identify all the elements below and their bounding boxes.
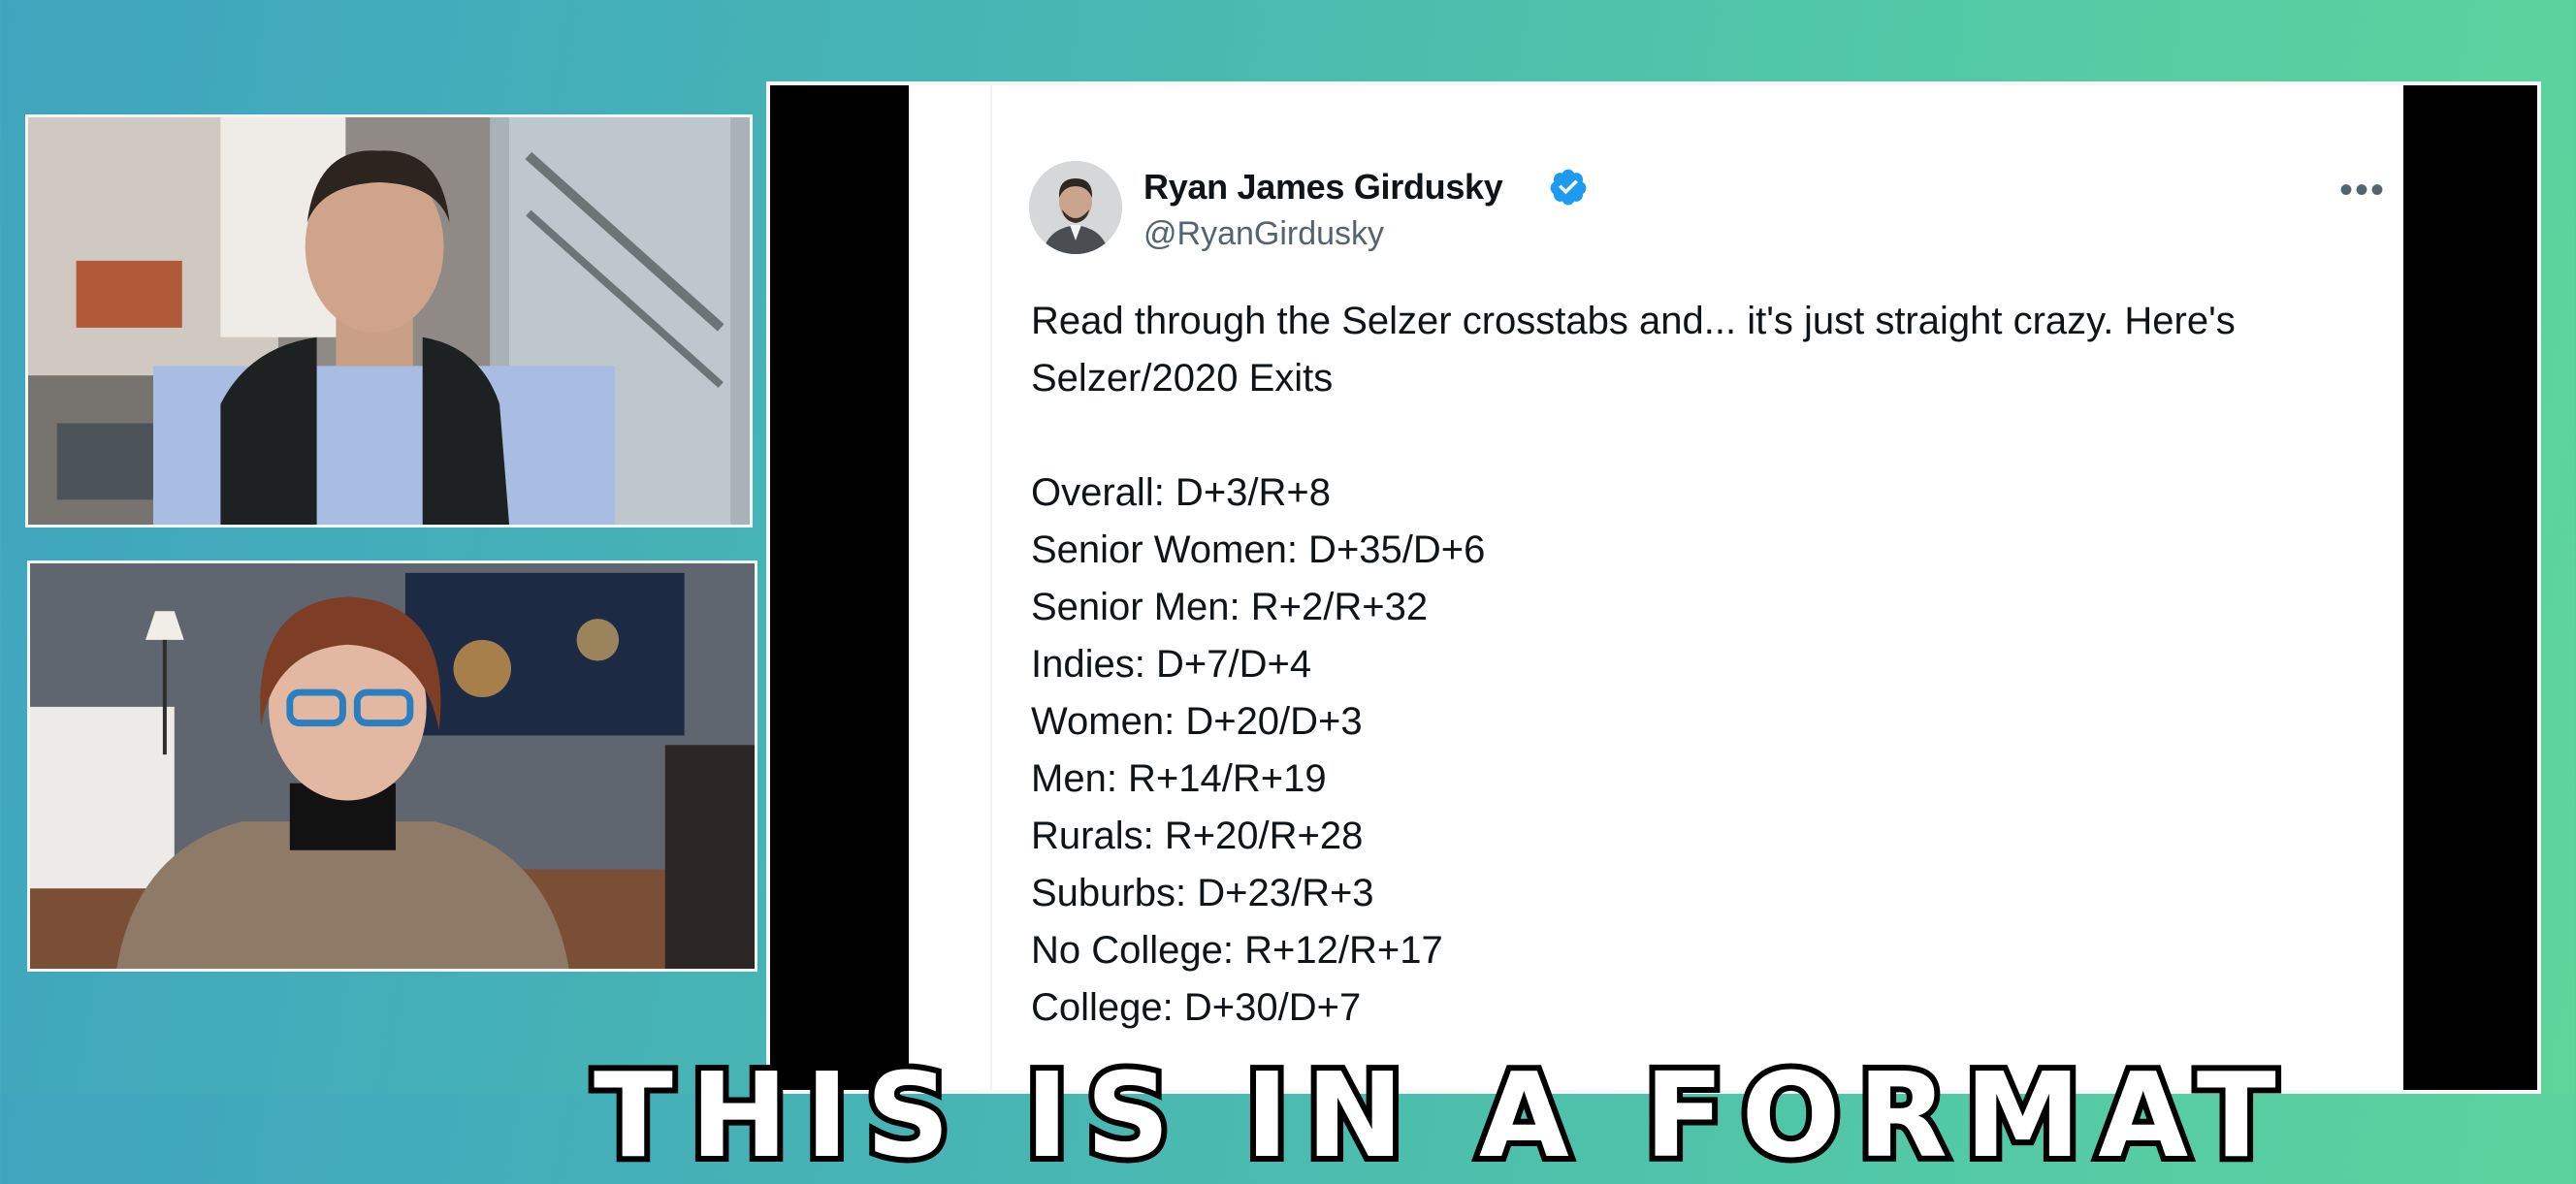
stat-line: Women: D+20/D+3	[1031, 700, 1363, 743]
stat-line: Overall: D+3/R+8	[1031, 471, 1332, 514]
tweet-intro-line: Selzer/2020 Exits	[1031, 357, 1334, 400]
verified-badge-icon	[1550, 169, 1587, 206]
stat-line: Suburbs: D+23/R+3	[1031, 872, 1374, 914]
shared-screen: Ryan James Girdusky @RyanGirdusky ••• Re…	[766, 81, 2541, 1094]
video-caption: THIS IS IN A FORMAT	[588, 1049, 2294, 1184]
participant-video-top	[25, 114, 753, 528]
office-video-frame	[28, 117, 750, 525]
stat-line: Rurals: R+20/R+28	[1031, 815, 1364, 857]
stat-line: No College: R+12/R+17	[1031, 929, 1443, 972]
living-room-video-frame	[30, 563, 755, 969]
author-avatar[interactable]	[1029, 161, 1122, 254]
avatar-portrait-icon	[1029, 161, 1122, 254]
author-name[interactable]: Ryan James Girdusky	[1143, 167, 1503, 208]
stat-line: Men: R+14/R+19	[1031, 757, 1327, 800]
author-handle[interactable]: @RyanGirdusky	[1143, 215, 1384, 253]
tweet-card: Ryan James Girdusky @RyanGirdusky ••• Re…	[909, 85, 2403, 1090]
stat-line: College: D+30/D+7	[1031, 986, 1362, 1029]
stat-line: Indies: D+7/D+4	[1031, 643, 1312, 686]
stat-line: Senior Women: D+35/D+6	[1031, 528, 1486, 571]
stat-line: Senior Men: R+2/R+32	[1031, 586, 1429, 628]
more-horizontal-icon[interactable]: •••	[2339, 171, 2386, 209]
tweet-body: Read through the Selzer crosstabs and...…	[1031, 293, 2350, 1037]
tweet-content: Ryan James Girdusky @RyanGirdusky ••• Re…	[990, 85, 2403, 1090]
tweet-intro-line: Read through the Selzer crosstabs and...…	[1031, 300, 2236, 342]
participant-video-bottom	[27, 560, 757, 972]
